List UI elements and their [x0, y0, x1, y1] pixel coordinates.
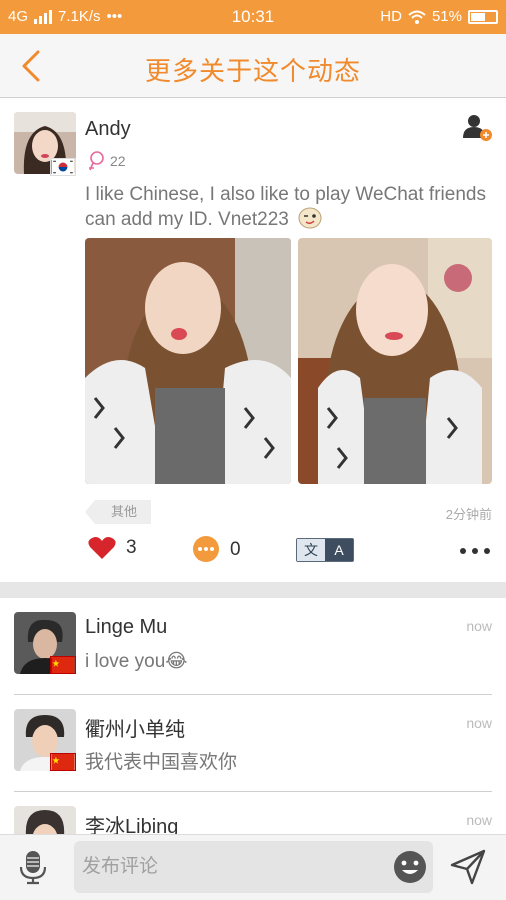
author-age: 22 [110, 153, 126, 169]
author-name[interactable]: Andy [85, 118, 131, 141]
comment-text: 我代表中国喜欢你 [85, 752, 238, 773]
post-text-content: I like Chinese, I also like to play WeCh… [85, 184, 486, 230]
comment-count: 0 [230, 539, 241, 560]
comment-composer [0, 834, 506, 900]
post-time: 2分钟前 [445, 507, 492, 522]
section-divider [0, 582, 506, 598]
more-options-icon[interactable] [460, 548, 490, 554]
battery-percent: 51% [431, 8, 462, 25]
comment-item[interactable]: Linge Mu i love you😂 now [0, 598, 506, 695]
comment-item[interactable]: 李冰Libing now [0, 792, 506, 834]
post-photo-2[interactable] [298, 238, 492, 484]
comment-time: now [466, 715, 492, 731]
like-count: 3 [126, 537, 137, 558]
battery-icon [468, 9, 498, 24]
comment-list: Linge Mu i love you😂 now 衢州小单纯 我代表中国喜欢你 … [0, 598, 506, 834]
post-photo-1[interactable] [85, 238, 291, 484]
title-bar: 更多关于这个动态 [0, 34, 506, 98]
translate-button[interactable]: 文 A [296, 538, 354, 562]
heart-icon [88, 537, 116, 559]
commenter-avatar[interactable] [14, 806, 76, 834]
comment-field [74, 841, 433, 893]
post-card: Andy 22 I like Chinese, I also like to p… [0, 98, 506, 582]
korea-flag-icon [50, 158, 76, 176]
wink-emoji-icon [298, 207, 322, 229]
comment-bubble-icon [193, 536, 219, 562]
comment-input[interactable] [82, 841, 382, 893]
comment-item[interactable]: 衢州小单纯 我代表中国喜欢你 now [0, 695, 506, 792]
commenter-name[interactable]: 李冰Libing [85, 810, 178, 834]
hd-label: HD [380, 8, 402, 25]
like-button[interactable]: 3 [88, 536, 137, 560]
china-flag-icon [50, 753, 76, 771]
commenter-name[interactable]: Linge Mu [85, 616, 167, 639]
send-icon[interactable] [450, 849, 486, 885]
post-text: I like Chinese, I also like to play WeCh… [85, 182, 495, 232]
comment-time: now [466, 812, 492, 828]
comment-text: i love you😂 [85, 651, 188, 672]
emoji-icon[interactable] [393, 850, 427, 884]
status-right: HD 51% [380, 8, 498, 25]
comment-time: now [466, 618, 492, 634]
microphone-icon[interactable] [18, 849, 48, 885]
comment-button[interactable]: 0 [192, 536, 241, 564]
category-tag[interactable]: 其他 [85, 500, 152, 524]
translate-source-label: 文 [297, 539, 325, 561]
wifi-icon [408, 10, 426, 24]
commenter-name[interactable]: 衢州小单纯 [85, 713, 185, 742]
china-flag-icon [50, 656, 76, 674]
translate-target-label: A [325, 539, 353, 561]
page-title: 更多关于这个动态 [144, 56, 361, 86]
female-icon [89, 151, 104, 171]
add-friend-icon[interactable] [462, 112, 492, 142]
status-bar: 4G 7.1K/s ••• 10:31 HD 51% [0, 0, 506, 34]
